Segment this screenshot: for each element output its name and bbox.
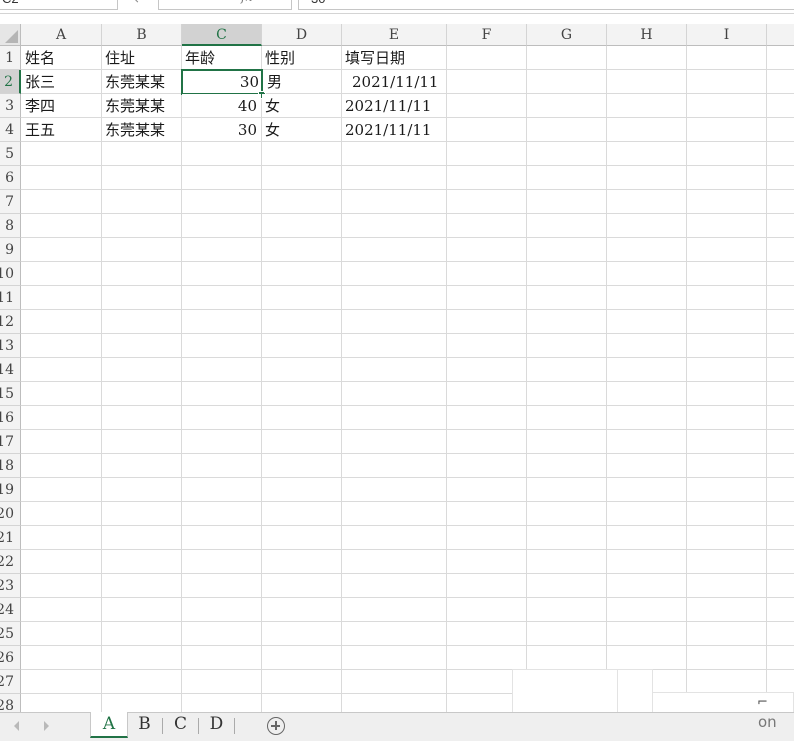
gridline [181,46,182,712]
row-header[interactable]: 16 [0,406,21,430]
cell-a2[interactable]: 张三 [22,70,101,93]
column-header-e[interactable]: E [342,24,447,46]
cell-d3[interactable]: 女 [262,94,341,117]
row-header[interactable]: 22 [0,550,21,574]
sheet-tab-d[interactable]: D [203,712,230,738]
plus-circle-icon[interactable] [267,717,285,735]
cell-a1[interactable]: 姓名 [22,46,101,69]
cell-d4[interactable]: 女 [262,118,341,141]
gridline [526,46,527,712]
cell-b2[interactable]: 东莞某某 [102,70,181,93]
gridline [261,46,262,712]
sheet-tab-a[interactable]: A [90,712,128,738]
column-header-j[interactable] [767,24,794,46]
cell-a4[interactable]: 王五 [22,118,101,141]
gridline [606,46,607,712]
gridline [341,46,342,712]
gridline [686,46,687,712]
cell-c3[interactable]: 40 [182,94,261,117]
overlay-panel [652,692,794,713]
cell-c2-selected[interactable]: 30 [181,69,263,95]
cell-e1[interactable]: 填写日期 [342,46,446,69]
cell-e3[interactable]: 2021/11/11 [342,94,446,117]
row-header[interactable]: 12 [0,310,21,334]
row-header[interactable]: 9 [0,238,21,262]
sheet-tab-c[interactable]: C [167,712,194,738]
sheet-tab-b[interactable]: B [131,712,158,738]
sheet-tab-bar: A B C D [0,712,794,741]
row-header[interactable]: 10 [0,262,21,286]
name-box-dropdown-icon[interactable] [132,0,143,3]
row-header[interactable]: 11 [0,286,21,310]
row-header[interactable]: 28 [0,694,21,712]
row-header[interactable]: 23 [0,574,21,598]
cell-c1[interactable]: 年龄 [182,46,261,69]
row-header[interactable]: 21 [0,526,21,550]
tab-separator [198,718,199,734]
row-header[interactable]: 6 [0,166,21,190]
overlay-text: on [758,713,777,731]
gridline [766,46,767,712]
cell-b1[interactable]: 住址 [102,46,181,69]
triangle-left-icon[interactable] [14,721,19,731]
worksheet-grid: A B C D E F G H I 1 2 3 4 5 6 7 8 9 10 1… [0,24,794,712]
formula-input[interactable]: 30 [298,0,794,10]
row-header[interactable]: 7 [0,190,21,214]
tab-separator [162,718,163,734]
column-header-a[interactable]: A [21,24,102,46]
row-header[interactable]: 18 [0,454,21,478]
tab-separator [234,718,235,734]
row-header[interactable]: 1 [0,46,21,70]
cell-b3[interactable]: 东莞某某 [102,94,181,117]
row-header[interactable]: 25 [0,622,21,646]
row-header[interactable]: 4 [0,118,21,142]
row-header[interactable]: 3 [0,94,21,118]
cell-area[interactable] [21,46,794,712]
row-header[interactable]: 8 [0,214,21,238]
select-all-corner[interactable] [0,24,21,46]
column-header-h[interactable]: H [607,24,687,46]
row-header[interactable]: 5 [0,142,21,166]
formula-controls: fx [158,0,292,10]
column-header-d[interactable]: D [262,24,342,46]
cell-d1[interactable]: 性别 [262,46,341,69]
row-header[interactable]: 24 [0,598,21,622]
cell-e2[interactable]: 2021/11/11 [342,70,446,93]
cell-c4[interactable]: 30 [182,118,261,141]
row-header[interactable]: 13 [0,334,21,358]
row-header[interactable]: 17 [0,430,21,454]
gridline [101,46,102,712]
row-header[interactable]: 15 [0,382,21,406]
triangle-right-icon[interactable] [44,721,49,731]
cell-d2[interactable]: 男 [264,70,341,93]
spreadsheet-window: C2 fx 30 A B C D E F G H I 1 2 3 [0,0,794,741]
column-header-b[interactable]: B [102,24,182,46]
column-header-i[interactable]: I [687,24,767,46]
overlay-panel [617,669,653,713]
overlay-panel [512,669,618,713]
column-header-c[interactable]: C [182,24,262,46]
row-header[interactable]: 27 [0,670,21,694]
column-header-f[interactable]: F [447,24,527,46]
row-header[interactable]: 20 [0,502,21,526]
name-box[interactable]: C2 [0,0,118,10]
cell-a3[interactable]: 李四 [22,94,101,117]
cell-e4[interactable]: 2021/11/11 [342,118,446,141]
resize-icon[interactable]: ⌐ [757,695,768,710]
cell-b4[interactable]: 东莞某某 [102,118,181,141]
row-header[interactable]: 19 [0,478,21,502]
column-header-g[interactable]: G [527,24,607,46]
fx-icon[interactable]: fx [241,0,252,4]
row-header[interactable]: 2 [0,70,21,94]
gridline [446,46,447,712]
row-header[interactable]: 26 [0,646,21,670]
row-header[interactable]: 14 [0,358,21,382]
formula-bar: C2 fx 30 [0,0,794,14]
